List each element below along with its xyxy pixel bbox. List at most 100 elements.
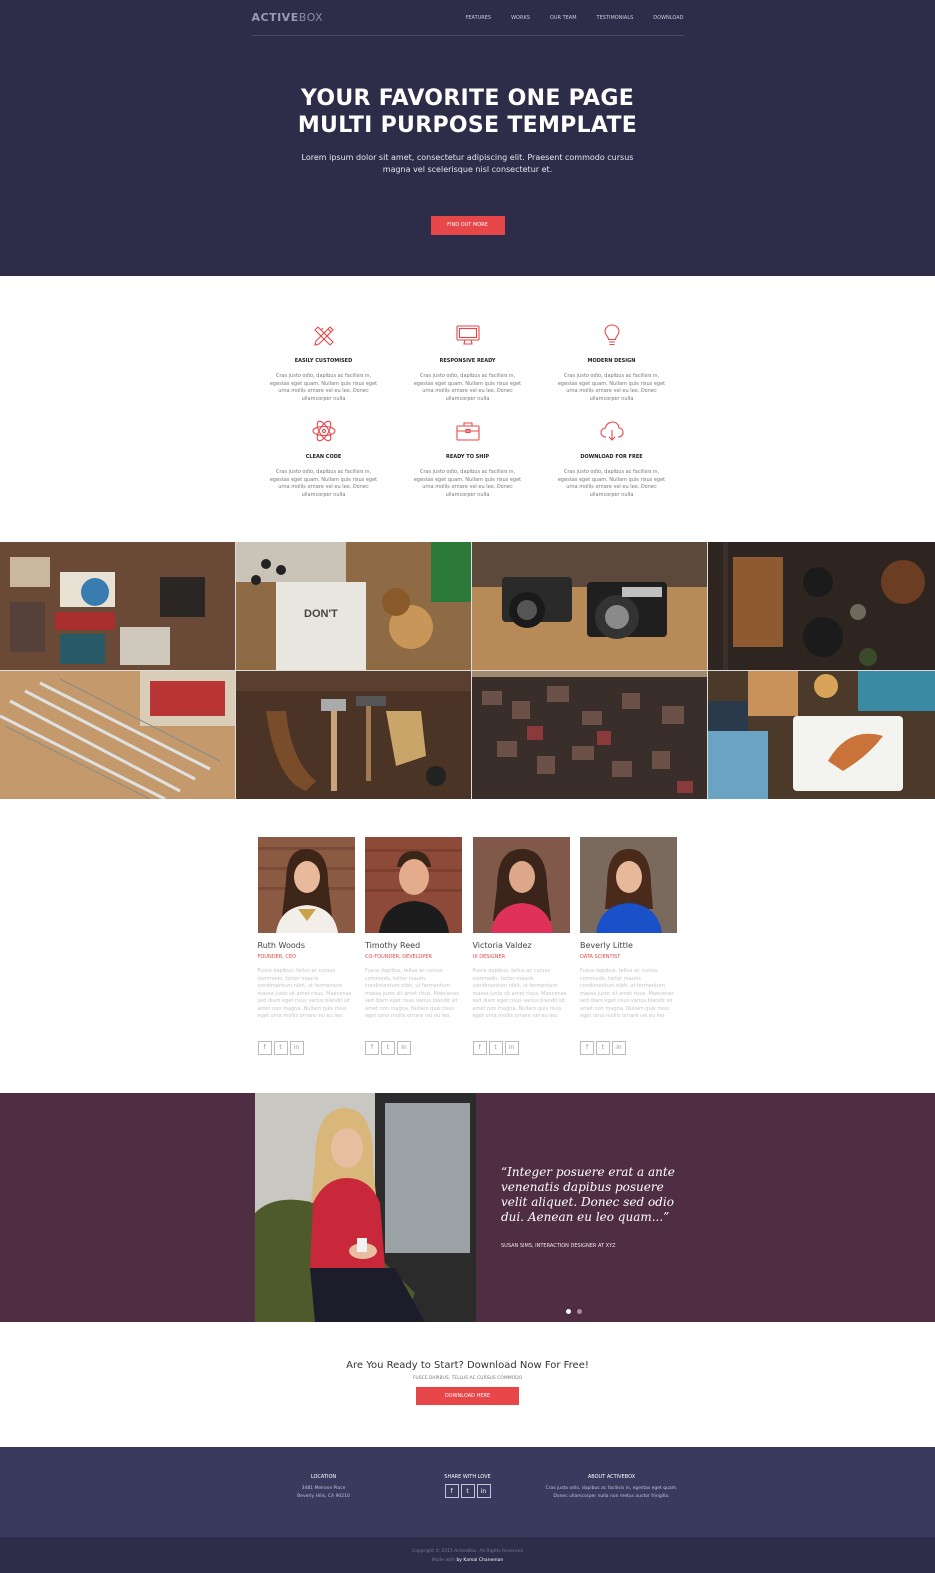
gallery-image[interactable]: [0, 542, 235, 670]
nav-menu: FEATURES WORKS OUR TEAM TESTIMONIALS DOW…: [446, 15, 684, 21]
find-out-more-button[interactable]: FIND OUT MORE: [430, 216, 505, 235]
navbar: ACTIVEBOX FEATURES WORKS OUR TEAM TESTIM…: [251, 0, 684, 36]
footer-share: SHARE WITH LOVE f t in: [396, 1474, 540, 1501]
twitter-icon[interactable]: t: [488, 1040, 503, 1055]
team-section: Ruth Woods FOUNDER, CEO Fusce dapibus, t…: [0, 799, 935, 1093]
member-name: Timothy Reed: [365, 941, 421, 950]
member-role: UI DESIGNER: [472, 954, 506, 960]
works-gallery: DON'T: [0, 542, 935, 799]
member-bio: Fusce dapibus, tellus ac cursus commodo,…: [365, 968, 459, 1019]
feature-title: READY TO SHIP: [446, 454, 489, 460]
logo[interactable]: ACTIVEBOX: [252, 11, 324, 24]
download-cta: Are You Ready to Start? Download Now For…: [0, 1322, 935, 1447]
made-with-text: Made with: [431, 1558, 456, 1563]
feature-title: EASILY CUSTOMISED: [294, 358, 353, 364]
linkedin-icon[interactable]: in: [504, 1040, 519, 1055]
facebook-icon[interactable]: f: [257, 1040, 272, 1055]
svg-text:DON'T: DON'T: [304, 608, 338, 620]
twitter-icon[interactable]: t: [596, 1040, 610, 1055]
address-line-1: 3481 Melrose Place: [301, 1486, 346, 1491]
feature-item: READY TO SHIP Cras justo odio, dapibus a…: [396, 418, 540, 498]
twitter-icon[interactable]: t: [381, 1040, 395, 1055]
gallery-image[interactable]: [708, 671, 935, 799]
nav-item-features[interactable]: FEATURES: [466, 15, 492, 21]
nav-item-works[interactable]: WORKS: [511, 15, 530, 21]
cta-title: Are You Ready to Start? Download Now For…: [346, 1360, 589, 1371]
nav-item-our-team[interactable]: OUR TEAM: [550, 15, 577, 21]
hero-title: YOUR FAVORITE ONE PAGE MULTI PURPOSE TEM…: [0, 85, 935, 139]
testimonial-photo: [255, 1093, 476, 1322]
member-socials: f t in: [472, 1040, 570, 1055]
hero-text: Lorem ipsum dolor sit amet, consectetur …: [301, 153, 634, 174]
address-line-2: Beverly Hills, CA 90210: [297, 1494, 350, 1499]
feature-item: MODERN DESIGN Cras justo odio, dapibus a…: [540, 322, 684, 402]
footer-about-title: ABOUT ACTIVEBOX: [587, 1474, 636, 1480]
member-socials: f t in: [580, 1040, 677, 1055]
carousel-dot-active[interactable]: [566, 1309, 571, 1314]
made-with-line: Made with by Kamal Chaneman: [0, 1556, 935, 1565]
linkedin-icon[interactable]: in: [476, 1484, 491, 1498]
feature-text: Cras justo odio, dapibus ac facilisis in…: [413, 373, 522, 402]
avatar: [257, 837, 355, 933]
gallery-image[interactable]: [708, 542, 935, 670]
feature-text: Cras justo odio, dapibus ac facilisis in…: [269, 469, 378, 498]
gallery-image[interactable]: [0, 671, 235, 799]
member-name: Victoria Valdez: [472, 941, 532, 950]
member-role: FOUNDER, CEO: [257, 954, 296, 960]
testimonial-quote: “Integer posuere erat a ante venenatis d…: [501, 1165, 675, 1224]
testimonial-section: “Integer posuere erat a ante venenatis d…: [0, 1093, 935, 1322]
avatar: [472, 837, 570, 933]
gallery-image[interactable]: [472, 671, 707, 799]
member-name: Ruth Woods: [257, 941, 306, 950]
facebook-icon[interactable]: f: [580, 1040, 594, 1055]
hero-title-line-2: MULTI PURPOSE TEMPLATE: [297, 113, 638, 138]
feature-text: Cras justo odio, dapibus ac facilisis in…: [557, 469, 666, 498]
team-member: Ruth Woods FOUNDER, CEO Fusce dapibus, t…: [257, 837, 355, 1055]
feature-title: CLEAN CODE: [305, 454, 342, 460]
cta-subtitle: FUSCE DAPIBUS, TELLUS AC CURSUS COMMODO: [412, 1376, 523, 1381]
feature-text: Cras justo odio, dapibus ac facilisis in…: [413, 469, 522, 498]
feature-item: EASILY CUSTOMISED Cras justo odio, dapib…: [252, 322, 396, 402]
facebook-icon[interactable]: f: [444, 1484, 459, 1498]
linkedin-icon[interactable]: in: [289, 1040, 304, 1055]
facebook-icon[interactable]: f: [472, 1040, 487, 1055]
feature-item: DOWNLOAD FOR FREE Cras justo odio, dapib…: [540, 418, 684, 498]
footer-about-text: Cras justo odio, dapibus ac facilisis in…: [545, 1486, 678, 1499]
features-section: EASILY CUSTOMISED Cras justo odio, dapib…: [0, 276, 935, 542]
twitter-icon[interactable]: t: [273, 1040, 288, 1055]
logo-part-2: BOX: [298, 11, 324, 24]
linkedin-icon[interactable]: in: [397, 1040, 411, 1055]
footer: LOCATION 3481 Melrose Place Beverly Hill…: [0, 1447, 935, 1537]
member-role: DATA SCIENTIST: [580, 954, 621, 960]
gallery-image[interactable]: [472, 542, 707, 670]
member-role: CO-FOUNDER, DEVELOPER: [365, 954, 433, 960]
footer-address: 3481 Melrose Place Beverly Hills, CA 902…: [252, 1485, 396, 1501]
feature-text: Cras justo odio, dapibus ac facilisis in…: [269, 373, 378, 402]
footer-location-title: LOCATION: [310, 1474, 337, 1480]
carousel-dots: [566, 1309, 582, 1314]
logo-part-1: ACTIVE: [251, 11, 299, 24]
author-link[interactable]: by Kamal Chaneman: [456, 1558, 503, 1563]
linkedin-icon[interactable]: in: [612, 1040, 626, 1055]
gallery-image[interactable]: [236, 671, 471, 799]
footer-share-title: SHARE WITH LOVE: [444, 1474, 491, 1480]
footer-location: LOCATION 3481 Melrose Place Beverly Hill…: [252, 1474, 396, 1501]
gallery-image[interactable]: DON'T: [236, 542, 471, 670]
footer-about: ABOUT ACTIVEBOX Cras justo odio, dapibus…: [540, 1474, 684, 1501]
hero-section: ACTIVEBOX FEATURES WORKS OUR TEAM TESTIM…: [0, 0, 935, 276]
member-bio: Fusce dapibus, tellus ac cursus commodo,…: [472, 968, 567, 1019]
download-here-button[interactable]: DOWNLOAD HERE: [416, 1387, 519, 1405]
carousel-dot[interactable]: [577, 1309, 582, 1314]
copyright: Copyright © 2015 ActiveBox. All Rights R…: [412, 1549, 523, 1554]
pencil-ruler-icon: [313, 326, 334, 346]
footer-socials: f t in: [396, 1484, 540, 1498]
toolbox-icon: [455, 422, 480, 441]
feature-title: RESPONSIVE READY: [439, 358, 496, 364]
hero-title-line-1: YOUR FAVORITE ONE PAGE: [300, 86, 635, 111]
nav-item-download[interactable]: DOWNLOAD: [653, 15, 683, 21]
nav-item-testimonials[interactable]: TESTIMONIALS: [597, 15, 634, 21]
facebook-icon[interactable]: f: [365, 1040, 379, 1055]
avatar: [365, 837, 462, 933]
twitter-icon[interactable]: t: [460, 1484, 475, 1498]
feature-text: Cras justo odio, dapibus ac facilisis in…: [557, 373, 666, 402]
